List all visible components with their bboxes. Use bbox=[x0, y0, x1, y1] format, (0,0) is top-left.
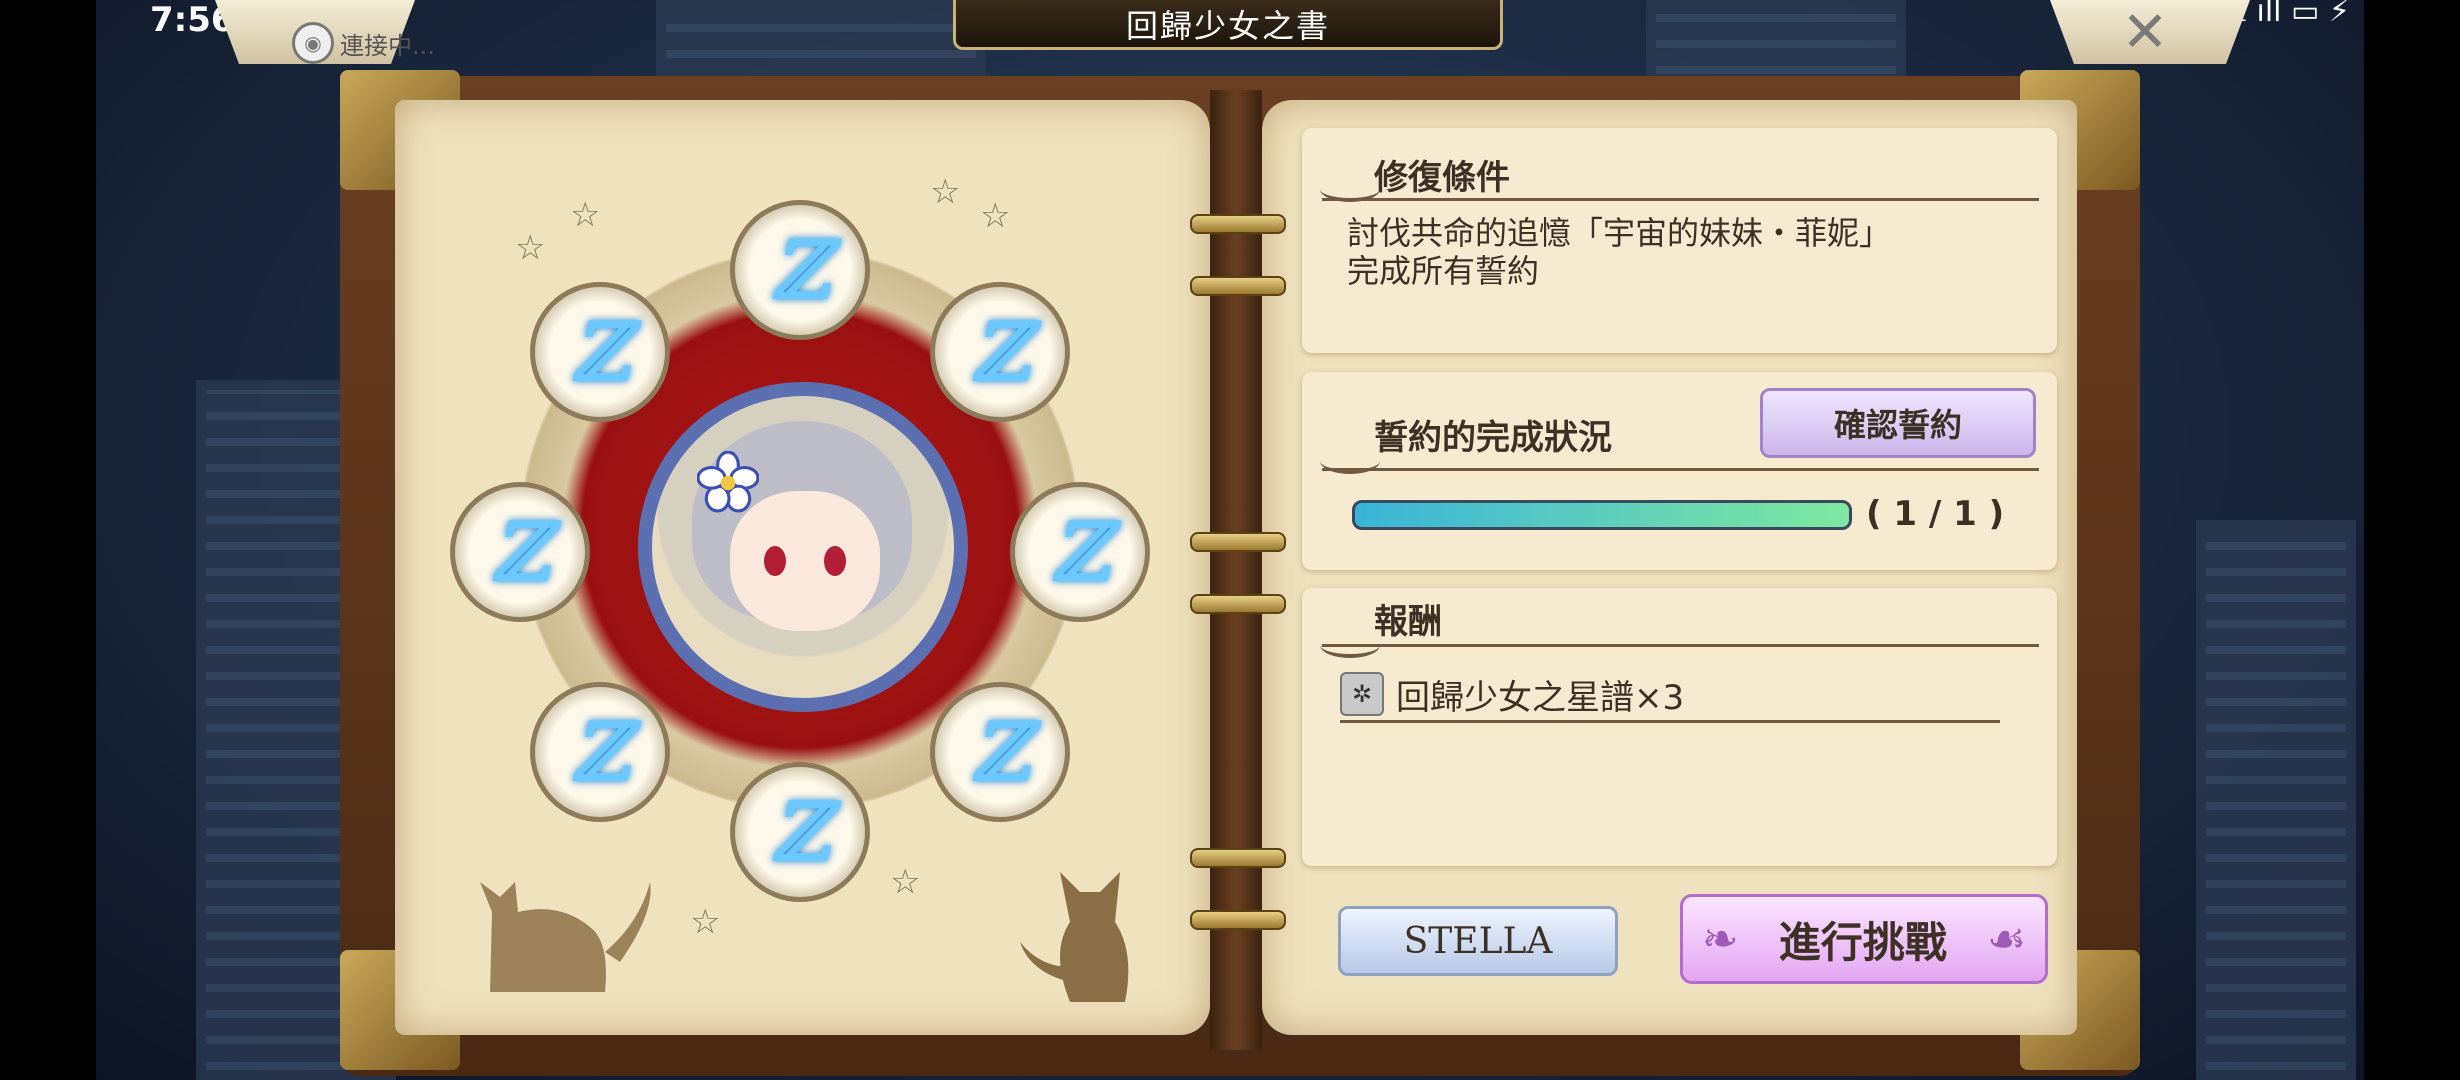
rune-glyph: ℤ bbox=[570, 705, 630, 799]
eye bbox=[824, 546, 846, 576]
ornament-right-icon: ☙ bbox=[1986, 913, 2027, 965]
oath-progress-bar bbox=[1352, 500, 1852, 530]
rune-seal[interactable]: ℤ bbox=[450, 482, 590, 622]
ornament-left-icon: ❧ bbox=[1701, 913, 1739, 965]
rune-glyph: ℤ bbox=[490, 505, 550, 599]
conditions-panel: 修復條件 討伐共命的追憶「宇宙的妹妹・菲妮」 完成所有誓約 bbox=[1302, 128, 2057, 353]
binder-ring bbox=[1190, 848, 1286, 868]
condition-line: 討伐共命的追憶「宇宙的妹妹・菲妮」 bbox=[1347, 214, 1892, 252]
rune-seal[interactable]: ℤ bbox=[730, 762, 870, 902]
oath-progress-text: ( 1 / 1 ) bbox=[1866, 494, 2005, 534]
reward-item: ✲ 回歸少女之星譜×3 bbox=[1340, 668, 2000, 723]
heading-rule bbox=[1322, 644, 2039, 647]
eye bbox=[764, 546, 786, 576]
reward-heading: 報酬 bbox=[1374, 602, 1442, 642]
challenge-button[interactable]: ❧ 進行挑戰 ☙ bbox=[1680, 894, 2048, 984]
condition-line: 完成所有誓約 bbox=[1347, 252, 1540, 290]
star-icon: ☆ bbox=[570, 195, 601, 235]
rune-seal[interactable]: ℤ bbox=[930, 282, 1070, 422]
close-icon[interactable]: ✕ bbox=[2110, 0, 2180, 65]
character-portrait bbox=[638, 382, 968, 712]
star-icon: ☆ bbox=[930, 172, 961, 212]
page-title: 回歸少女之書 bbox=[1125, 6, 1330, 45]
heading-rule bbox=[1322, 198, 2039, 201]
conditions-heading: 修復條件 bbox=[1374, 158, 1510, 198]
flower-icon bbox=[697, 451, 759, 513]
binder-ring bbox=[1190, 910, 1286, 930]
book-spine bbox=[1210, 90, 1262, 1050]
star-icon: ☆ bbox=[890, 862, 921, 902]
binder-ring bbox=[1190, 594, 1286, 614]
score-sheet-icon: ✲ bbox=[1340, 672, 1384, 716]
reward-text: 回歸少女之星譜×3 bbox=[1396, 677, 1685, 718]
rune-glyph: ℤ bbox=[1050, 505, 1110, 599]
rune-seal[interactable]: ℤ bbox=[530, 282, 670, 422]
reward-panel: 報酬 bbox=[1302, 588, 2057, 866]
confirm-oath-button[interactable]: 確認誓約 bbox=[1760, 388, 2036, 458]
binder-ring bbox=[1190, 214, 1286, 234]
binder-ring bbox=[1190, 276, 1286, 296]
title-banner: 回歸少女之書 bbox=[953, 0, 1503, 50]
binder-ring bbox=[1190, 532, 1286, 552]
cat-silhouette-icon bbox=[1020, 872, 1129, 1002]
oath-progress-fill bbox=[1355, 503, 1849, 527]
rune-glyph: ℤ bbox=[770, 785, 830, 879]
conditions-text: 討伐共命的追憶「宇宙的妹妹・菲妮」 完成所有誓約 bbox=[1347, 214, 1891, 290]
rune-glyph: ℤ bbox=[970, 705, 1030, 799]
rune-seal[interactable]: ℤ bbox=[730, 200, 870, 340]
rune-seal[interactable]: ℤ bbox=[930, 682, 1070, 822]
connection-status: ◉ 連接中... bbox=[292, 22, 435, 64]
oath-heading: 誓約的完成狀況 bbox=[1374, 418, 1612, 458]
connecting-label: 連接中... bbox=[340, 31, 435, 60]
rune-glyph: ℤ bbox=[970, 305, 1030, 399]
heading-rule bbox=[1322, 468, 2039, 471]
star-icon: ☆ bbox=[690, 902, 721, 942]
cat-silhouette-icon bbox=[480, 882, 651, 992]
challenge-label: 進行挑戰 bbox=[1778, 917, 1947, 967]
rune-glyph: ℤ bbox=[570, 305, 630, 399]
rune-glyph: ℤ bbox=[770, 223, 830, 317]
rune-seal[interactable]: ℤ bbox=[1010, 482, 1150, 622]
rune-seal[interactable]: ℤ bbox=[530, 682, 670, 822]
star-icon: ☆ bbox=[515, 228, 546, 268]
stella-button[interactable]: STELLA bbox=[1338, 906, 1618, 976]
star-icon: ☆ bbox=[980, 196, 1011, 236]
signal-icon: ◉ bbox=[292, 22, 334, 64]
